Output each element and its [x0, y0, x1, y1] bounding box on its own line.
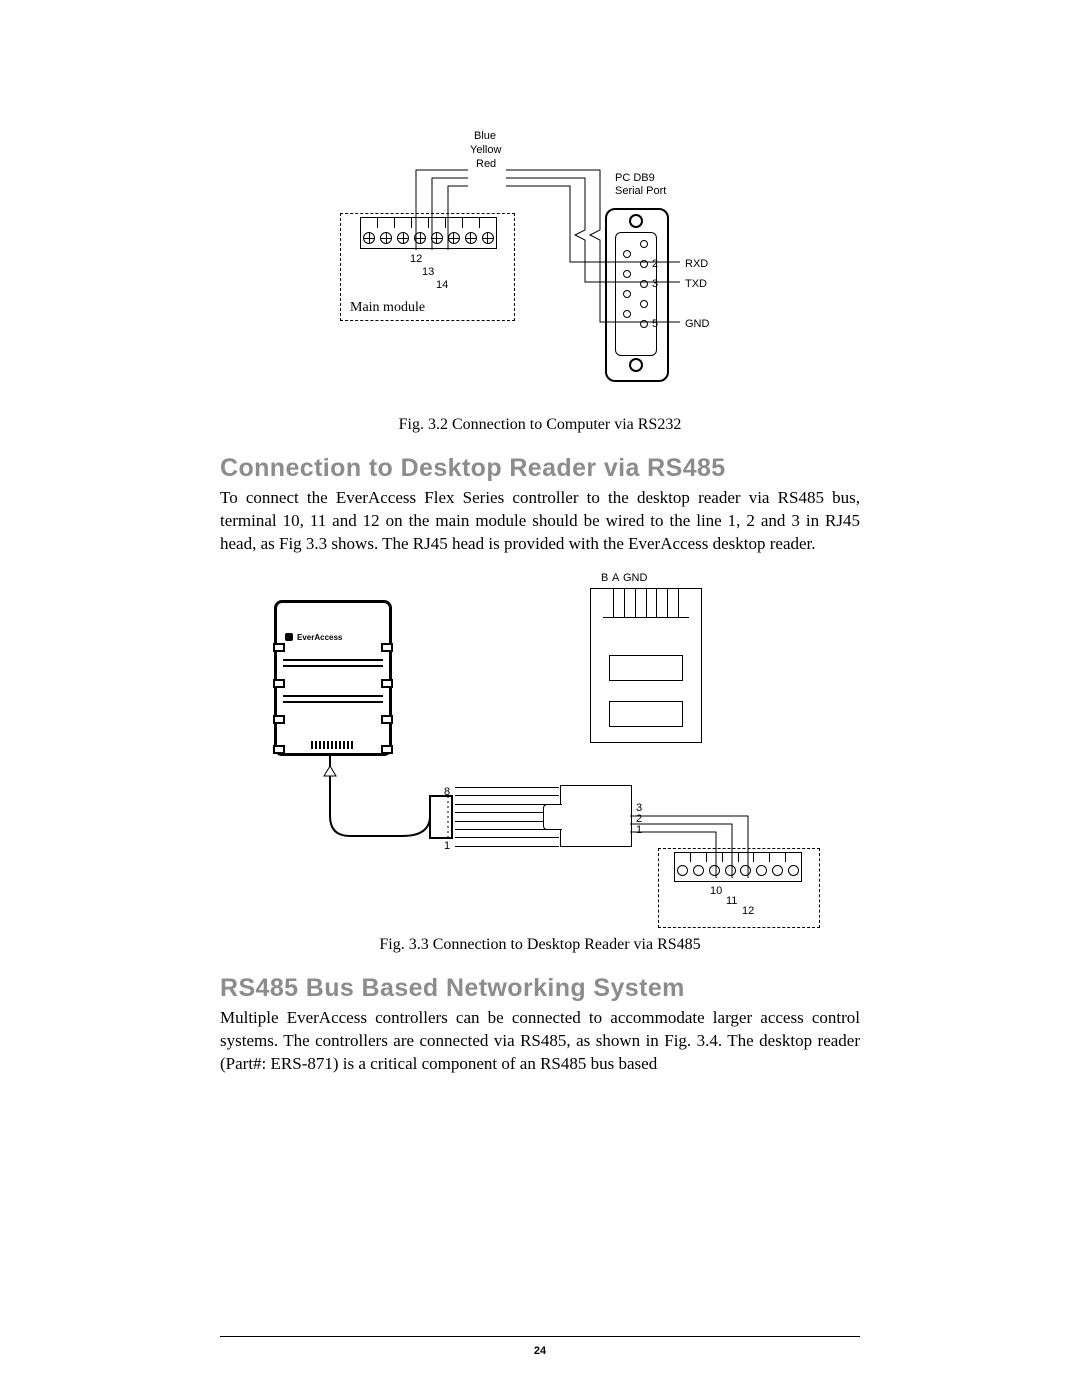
figure33-caption: Fig. 3.3 Connection to Desktop Reader vi…: [220, 936, 860, 954]
body-rs485-bus: Multiple EverAccess controllers can be c…: [220, 1007, 860, 1076]
figure-3-2: Blue Yellow Red PC DB9 Serial Port 12 13…: [340, 130, 740, 410]
figure-3-3: B A GND EverAccess 8 1 3 2 1: [260, 570, 820, 930]
heading-connection-rs485: Connection to Desktop Reader via RS485: [220, 454, 860, 483]
footer-rule: [220, 1336, 860, 1337]
heading-rs485-bus: RS485 Bus Based Networking System: [220, 974, 860, 1003]
figure33-wires: [260, 570, 820, 930]
body-connection-rs485: To connect the EverAccess Flex Series co…: [220, 487, 860, 556]
figure32-caption: Fig. 3.2 Connection to Computer via RS23…: [220, 416, 860, 434]
page-number: 24: [0, 1345, 1080, 1357]
figure32-wires: [340, 130, 740, 410]
